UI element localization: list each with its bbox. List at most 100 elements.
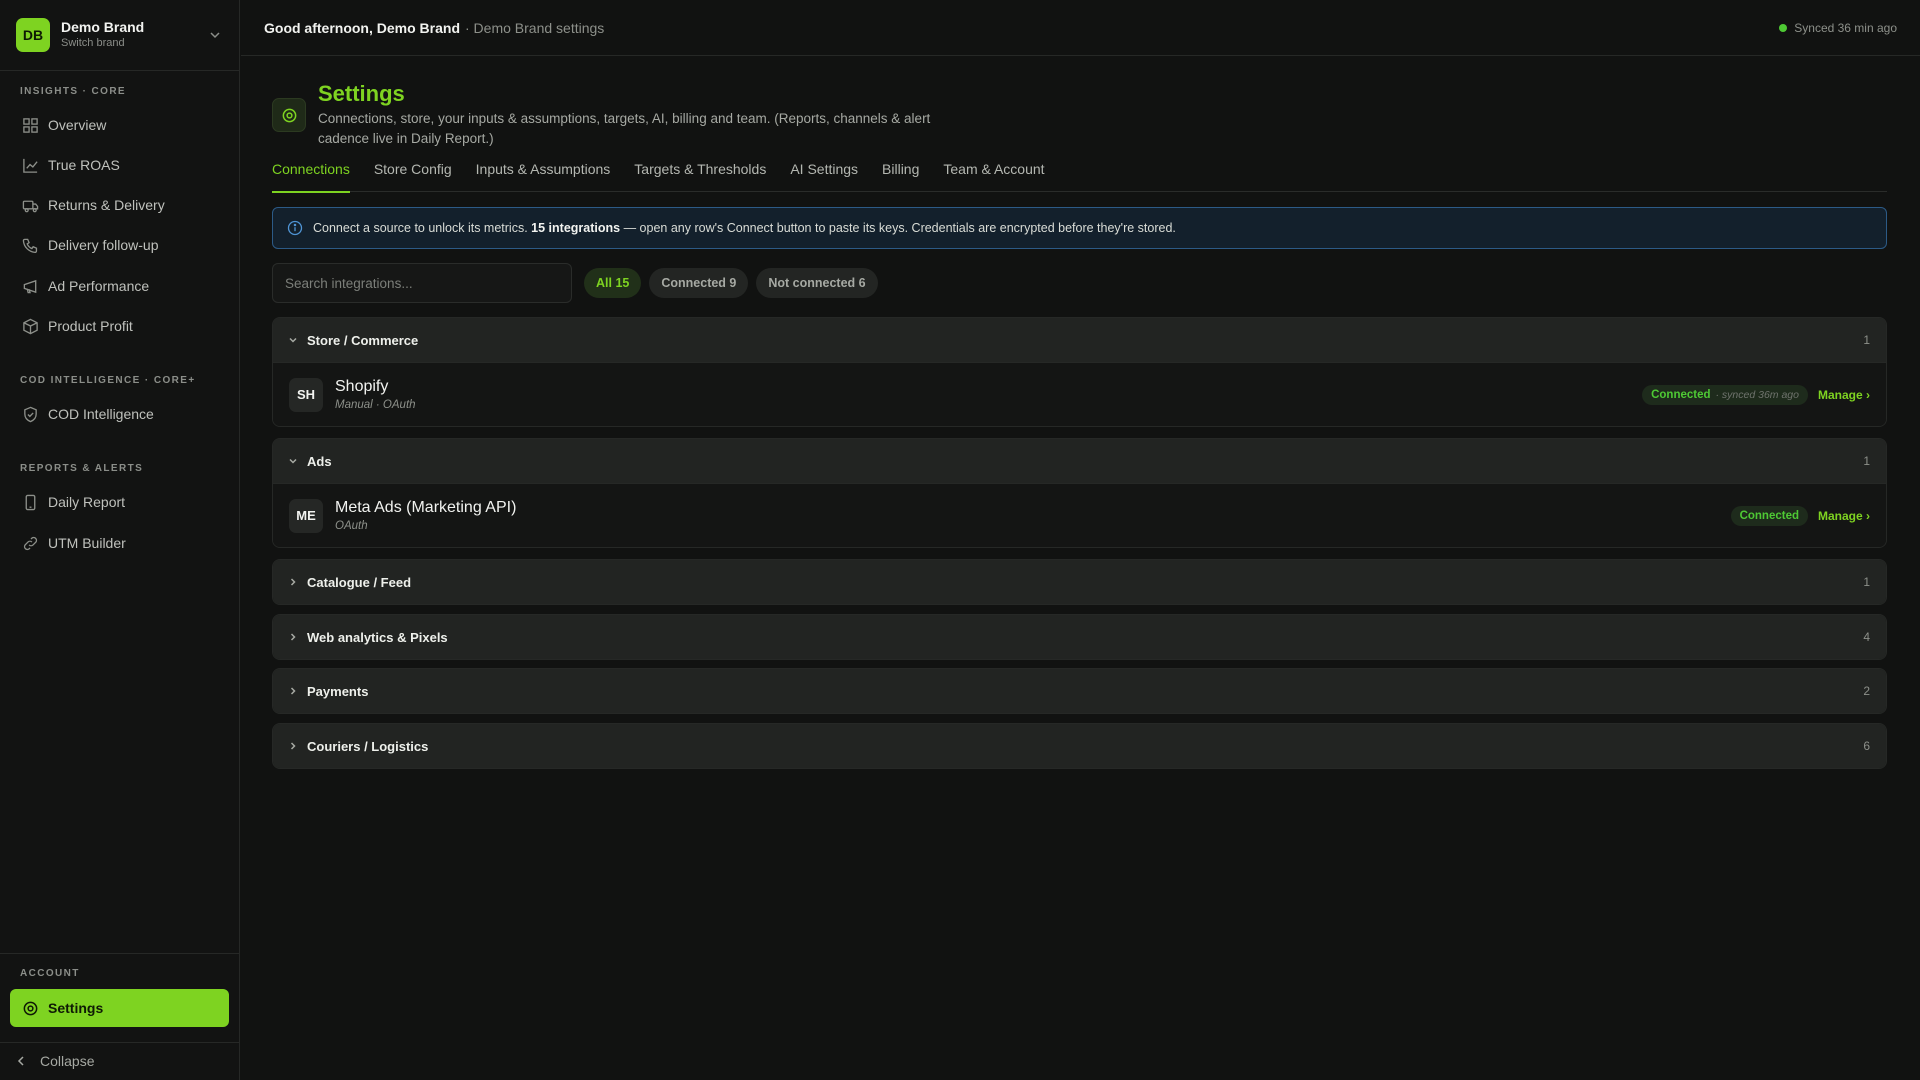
search-input[interactable]: [272, 263, 572, 303]
group-header[interactable]: Catalogue / Feed 1: [273, 560, 1886, 604]
group-title: Store / Commerce: [307, 332, 419, 348]
sidebar-item-label: COD Intelligence: [48, 406, 154, 422]
group-header[interactable]: Ads 1: [273, 439, 1886, 483]
group-header[interactable]: Payments 2: [273, 669, 1886, 713]
chevron-left-icon: [17, 1056, 24, 1066]
group-count: 2: [1863, 684, 1870, 698]
group-count: 1: [1863, 575, 1870, 589]
sidebar-item-label: Ad Performance: [48, 278, 150, 294]
filter-chip-all[interactable]: All 15: [584, 268, 642, 298]
section-title-account: ACCOUNT: [20, 968, 80, 979]
group-count: 1: [1863, 333, 1870, 347]
sidebar-item-label: UTM Builder: [48, 535, 126, 551]
tab-store-config[interactable]: Store Config: [374, 158, 452, 192]
megaphone-icon: [23, 279, 37, 293]
group-title: Couriers / Logistics: [307, 738, 429, 754]
integration-group-couriers-logistics: Couriers / Logistics 6: [272, 723, 1887, 769]
sidebar-item-label: Settings: [48, 1000, 104, 1016]
sidebar-item-label: Returns & Delivery: [48, 197, 165, 213]
tab-targets-thresholds[interactable]: Targets & Thresholds: [634, 158, 766, 192]
integration-name: Shopify: [335, 377, 389, 395]
truck-icon: [22, 200, 39, 212]
integration-group-web-analytics: Web analytics & Pixels 4: [272, 614, 1887, 660]
device-icon: [25, 494, 36, 510]
chart-line-icon: [23, 158, 38, 173]
sidebar-item-label: Product Profit: [48, 318, 133, 334]
filter-chip-not-connected[interactable]: Not connected 6: [756, 268, 878, 298]
integration-avatar: SH: [289, 377, 323, 412]
chevron-down-icon: [289, 337, 297, 343]
settings-tabs: Connections Store Config Inputs & Assump…: [272, 158, 1887, 193]
brand-name: Demo Brand: [61, 19, 145, 35]
sync-status: Synced 36 min ago: [1779, 21, 1897, 35]
collapse-label: Collapse: [40, 1053, 95, 1069]
sidebar-item-ad-performance[interactable]: Ad Performance: [10, 268, 229, 304]
info-icon: [287, 220, 303, 236]
sidebar-item-label: Daily Report: [48, 494, 126, 510]
gear-icon: [23, 1001, 38, 1015]
group-title: Catalogue / Feed: [307, 574, 412, 590]
integration-name: Meta Ads (Marketing API): [335, 498, 517, 516]
shield-check-icon: [24, 406, 37, 422]
tab-inputs-assumptions[interactable]: Inputs & Assumptions: [476, 158, 611, 192]
sidebar: DB Demo Brand Switch brand INSIGHTS · CO…: [0, 0, 240, 1080]
breadcrumb: · Demo Brand settings: [465, 19, 605, 36]
tab-connections[interactable]: Connections: [272, 158, 350, 193]
group-header[interactable]: Web analytics & Pixels 4: [273, 615, 1886, 659]
tab-ai-settings[interactable]: AI Settings: [790, 158, 858, 192]
manage-button[interactable]: Manage ›: [1818, 509, 1870, 523]
group-header[interactable]: Couriers / Logistics 6: [273, 724, 1886, 768]
status-badge: Connected: [1730, 505, 1808, 526]
integration-group-store-commerce: Store / Commerce 1 SH Shopify Manual · O…: [272, 317, 1887, 427]
link-icon: [23, 536, 38, 550]
status-badge: Connected · synced 36m ago: [1642, 384, 1808, 405]
collapse-sidebar-button[interactable]: Collapse: [14, 1050, 94, 1072]
sidebar-item-label: True ROAS: [48, 157, 120, 173]
brand-switcher[interactable]: DB Demo Brand Switch brand: [0, 0, 239, 71]
sidebar-item-product-profit[interactable]: Product Profit: [10, 308, 229, 344]
sidebar-item-returns-delivery[interactable]: Returns & Delivery: [10, 187, 229, 223]
chevron-right-icon: [290, 742, 296, 750]
banner-text-rest: — open any row's Connect button to paste…: [623, 221, 1176, 235]
sidebar-item-label: Overview: [48, 117, 107, 133]
banner-count: 15 integrations: [531, 221, 621, 235]
chevron-down-icon: [289, 458, 297, 464]
topbar: Good afternoon, Demo Brand · Demo Brand …: [241, 0, 1920, 56]
group-header[interactable]: Store / Commerce 1: [273, 318, 1886, 362]
section-title-reports-alerts: REPORTS & ALERTS: [20, 463, 144, 474]
manage-button[interactable]: Manage ›: [1818, 388, 1870, 402]
chevron-right-icon: [290, 578, 296, 586]
integration-row-shopify: SH Shopify Manual · OAuth Connected · sy…: [273, 362, 1886, 426]
integration-row-meta-ads: ME Meta Ads (Marketing API) OAuth Connec…: [273, 483, 1886, 547]
gear-icon: [282, 108, 296, 122]
integration-meta: Manual · OAuth: [335, 398, 416, 411]
sidebar-item-true-roas[interactable]: True ROAS: [10, 147, 229, 183]
status-dot-icon: [1779, 23, 1788, 32]
chevron-down-icon: [210, 32, 220, 39]
status-sync-time: · synced 36m ago: [1715, 388, 1799, 401]
integration-group-payments: Payments 2: [272, 668, 1887, 714]
greeting: Good afternoon, Demo Brand: [264, 19, 460, 36]
sidebar-item-cod-intelligence[interactable]: COD Intelligence: [10, 396, 229, 432]
group-count: 1: [1863, 454, 1870, 468]
filter-row: All 15 Connected 9 Not connected 6: [272, 263, 878, 303]
sidebar-item-overview[interactable]: Overview: [10, 107, 229, 143]
sidebar-divider: [0, 1042, 240, 1043]
grid-icon: [23, 117, 38, 133]
phone-icon: [22, 238, 38, 253]
sidebar-item-label: Delivery follow-up: [48, 237, 159, 253]
tab-team-account[interactable]: Team & Account: [943, 158, 1044, 192]
brand-avatar: DB: [16, 18, 50, 52]
sidebar-item-utm-builder[interactable]: UTM Builder: [10, 525, 229, 561]
filter-chip-connected[interactable]: Connected 9: [649, 268, 749, 298]
sync-status-label: Synced 36 min ago: [1794, 20, 1897, 35]
sidebar-item-delivery-follow-up[interactable]: Delivery follow-up: [10, 227, 229, 263]
integration-group-ads: Ads 1 ME Meta Ads (Marketing API) OAuth …: [272, 438, 1887, 548]
sidebar-item-daily-report[interactable]: Daily Report: [10, 484, 229, 520]
group-count: 6: [1863, 739, 1870, 753]
group-title: Ads: [307, 453, 332, 469]
group-title: Web analytics & Pixels: [307, 629, 448, 645]
sidebar-item-settings[interactable]: Settings: [10, 989, 229, 1027]
tab-billing[interactable]: Billing: [882, 158, 919, 192]
sidebar-divider: [0, 953, 240, 954]
